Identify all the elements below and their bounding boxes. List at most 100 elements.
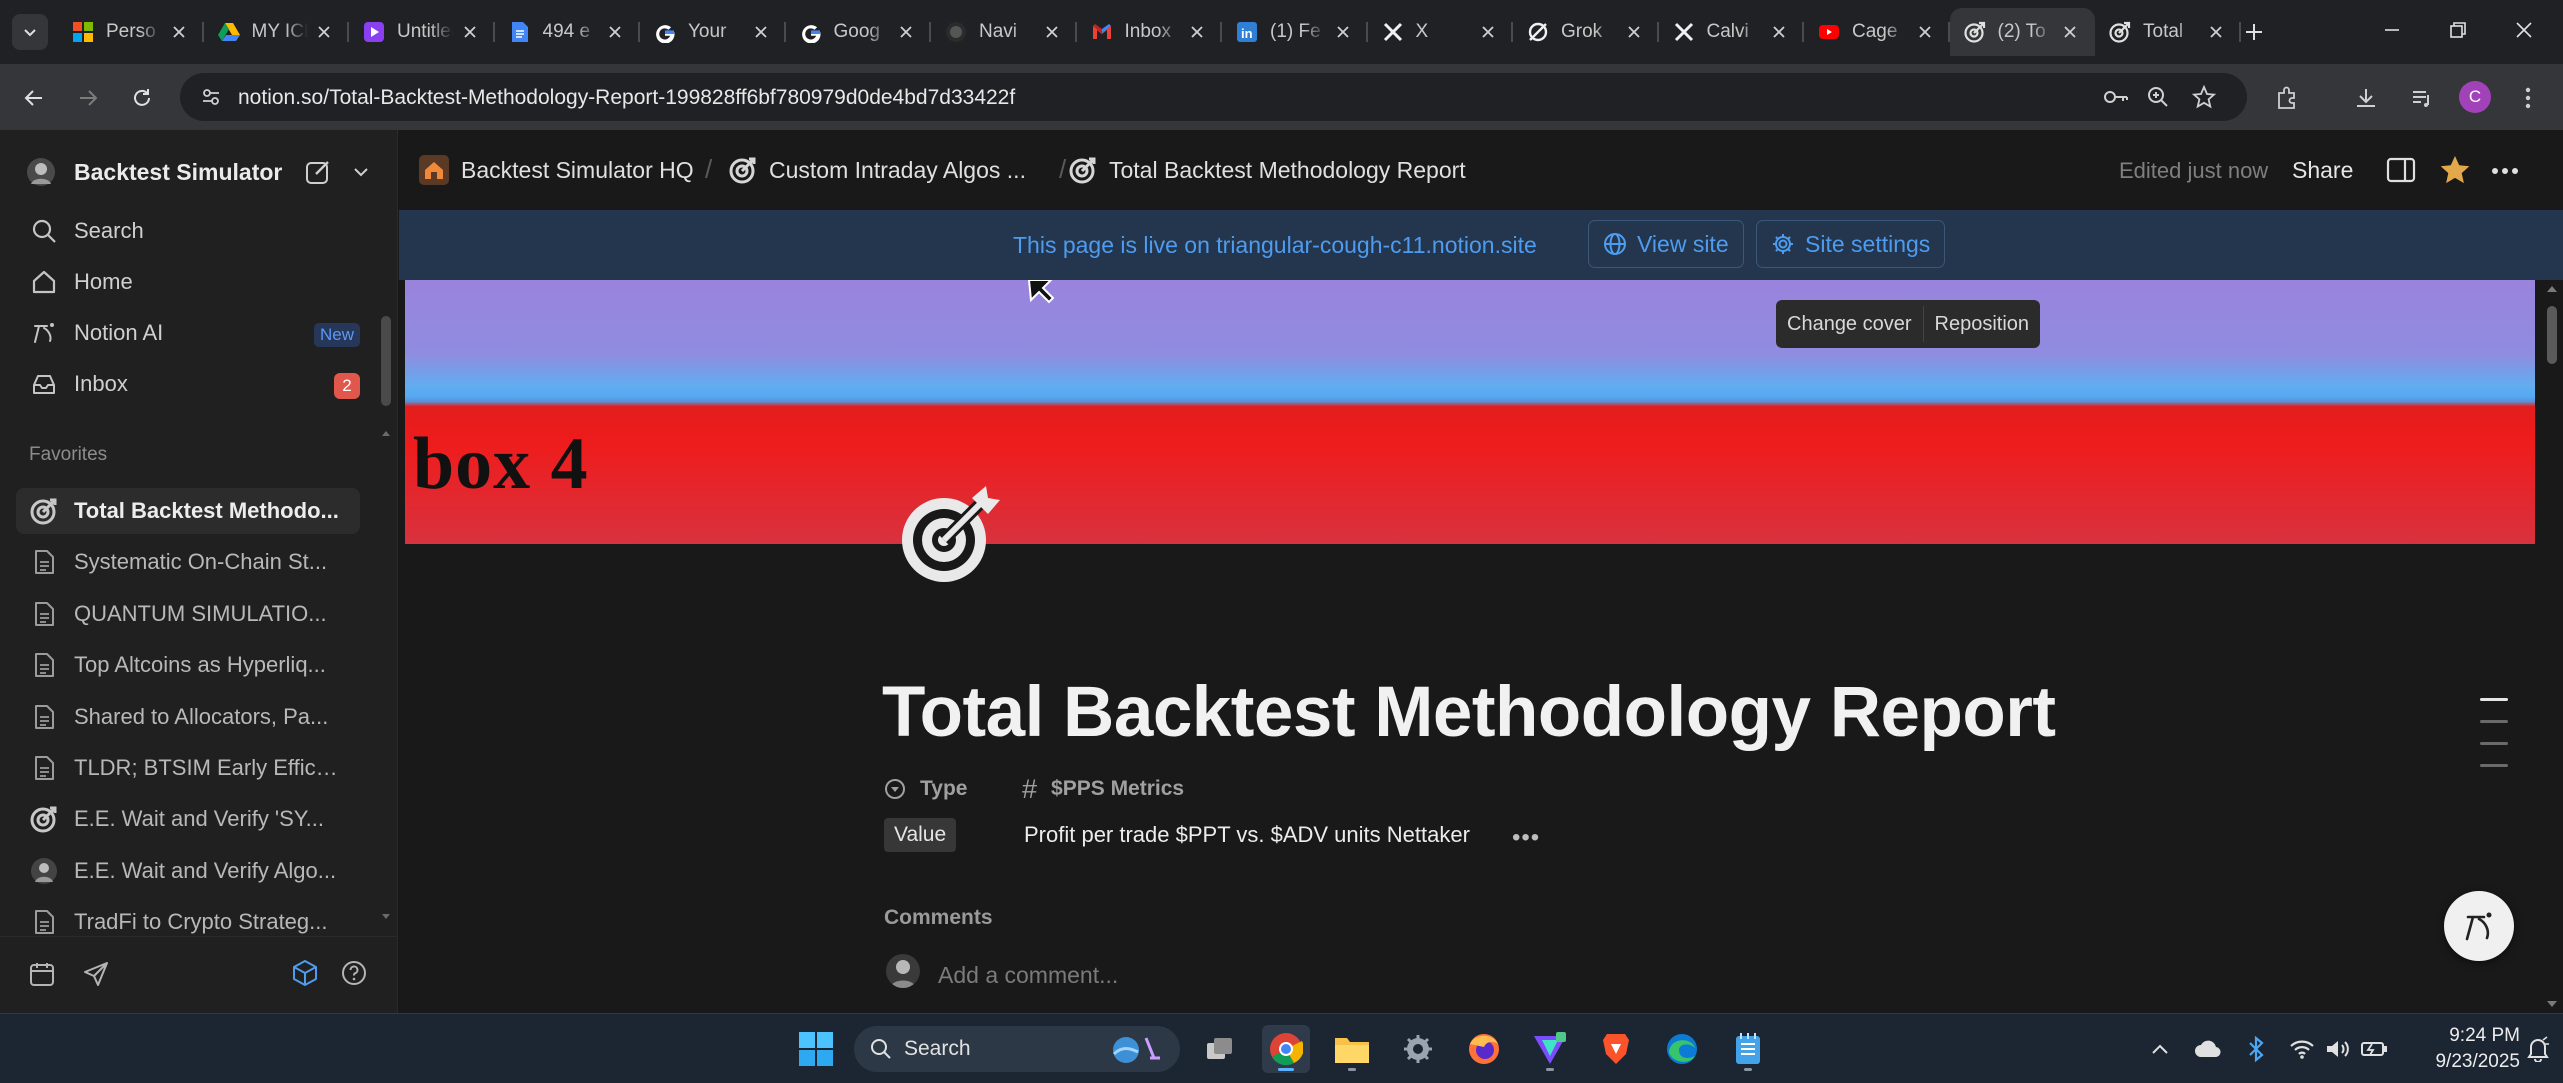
page-target-icon[interactable]: [896, 484, 1000, 588]
taskbar-vpn-app[interactable]: [1526, 1025, 1574, 1073]
battery-icon[interactable]: [2360, 1035, 2388, 1063]
minimize-button[interactable]: [2362, 10, 2422, 50]
toc-line[interactable]: [2480, 698, 2508, 701]
breadcrumb-item[interactable]: Backtest Simulator HQ: [419, 152, 694, 188]
tab-close-icon[interactable]: [604, 21, 626, 43]
reload-button[interactable]: [124, 80, 160, 116]
browser-menu-button[interactable]: [2510, 80, 2546, 116]
browser-tab[interactable]: Grok: [1513, 8, 1659, 56]
tab-close-icon[interactable]: [750, 21, 772, 43]
change-cover-button[interactable]: Change cover: [1776, 300, 1923, 348]
taskbar-file-explorer[interactable]: [1328, 1025, 1376, 1073]
sidebar-scroll-thumb[interactable]: [381, 316, 391, 406]
browser-tab[interactable]: Navi: [931, 8, 1077, 56]
sidebar-favorite-item[interactable]: Total Backtest Methodo...: [16, 488, 360, 534]
clock-time[interactable]: 9:24 PM: [2430, 1025, 2520, 1047]
more-options-icon[interactable]: [2491, 167, 2519, 175]
browser-tab[interactable]: Calvi: [1659, 8, 1805, 56]
sidebar-favorite-item[interactable]: E.E. Wait and Verify 'SY...: [16, 796, 360, 842]
bookmark-star-icon[interactable]: [2192, 85, 2216, 109]
browser-tab[interactable]: Goog: [786, 8, 932, 56]
browser-tab[interactable]: (2) To: [1949, 8, 2095, 56]
browser-tab[interactable]: X: [1368, 8, 1514, 56]
tab-close-icon[interactable]: [1914, 21, 1936, 43]
profile-avatar[interactable]: C: [2459, 81, 2491, 113]
start-button[interactable]: [792, 1025, 840, 1073]
view-site-button[interactable]: View site: [1588, 220, 1744, 268]
sidebar-panel-icon[interactable]: [2386, 156, 2416, 184]
workspace-switcher[interactable]: Backtest Simulator: [26, 152, 386, 192]
property-more-icon[interactable]: •••: [1512, 824, 1540, 852]
taskbar-edge[interactable]: [1658, 1025, 1706, 1073]
notion-ai-button[interactable]: [2444, 891, 2514, 961]
forward-button[interactable]: [70, 80, 106, 116]
tab-close-icon[interactable]: [1623, 21, 1645, 43]
wifi-icon[interactable]: [2288, 1035, 2316, 1063]
metric-value[interactable]: Profit per trade $PPT vs. $ADV units Net…: [1024, 822, 1470, 848]
favorites-heading[interactable]: Favorites: [29, 444, 107, 466]
browser-tab[interactable]: Perso: [58, 8, 204, 56]
new-page-icon[interactable]: [304, 158, 332, 186]
notification-bell-icon[interactable]: [2524, 1035, 2552, 1063]
taskbar-settings[interactable]: [1394, 1025, 1442, 1073]
calendar-icon[interactable]: [28, 960, 56, 988]
sidebar-notion-ai[interactable]: Notion AI New: [16, 310, 378, 356]
sidebar-favorite-item[interactable]: Top Altcoins as Hyperliq...: [16, 642, 360, 688]
chevron-down-icon[interactable]: [352, 163, 370, 181]
breadcrumb-item[interactable]: Custom Intraday Algos ...: [729, 152, 1026, 188]
restore-button[interactable]: [2428, 10, 2488, 50]
new-tab-button[interactable]: [2238, 16, 2270, 48]
main-scrollbar[interactable]: [2541, 280, 2563, 1013]
sidebar-inbox[interactable]: Inbox 2: [16, 361, 378, 407]
page-title[interactable]: Total Backtest Methodology Report: [882, 672, 2056, 753]
taskbar-brave[interactable]: [1592, 1025, 1640, 1073]
browser-tab[interactable]: Inbox: [1077, 8, 1223, 56]
close-window-button[interactable]: [2494, 10, 2554, 50]
onedrive-icon[interactable]: [2194, 1035, 2222, 1063]
media-control-button[interactable]: [2404, 80, 2440, 116]
clock-date[interactable]: 9/23/2025: [2410, 1051, 2520, 1073]
tab-close-icon[interactable]: [1186, 21, 1208, 43]
tab-close-icon[interactable]: [2205, 21, 2227, 43]
taskbar-search[interactable]: Search: [854, 1026, 1180, 1072]
tab-search-button[interactable]: [12, 14, 48, 50]
type-value-chip[interactable]: Value: [884, 818, 957, 852]
tab-close-icon[interactable]: [459, 21, 481, 43]
help-icon[interactable]: [340, 959, 368, 987]
reposition-button[interactable]: Reposition: [1924, 300, 2041, 348]
send-icon[interactable]: [82, 960, 110, 988]
tab-close-icon[interactable]: [1041, 21, 1063, 43]
property-metric[interactable]: # $PPS Metrics: [1022, 772, 1184, 806]
main-scroll-thumb[interactable]: [2547, 306, 2557, 364]
tab-close-icon[interactable]: [1332, 21, 1354, 43]
sidebar-home[interactable]: Home: [16, 259, 378, 305]
back-button[interactable]: [16, 80, 52, 116]
tab-close-icon[interactable]: [895, 21, 917, 43]
browser-tab[interactable]: MY ICE: [204, 8, 350, 56]
downloads-button[interactable]: [2348, 80, 2384, 116]
password-key-icon[interactable]: [2102, 86, 2130, 108]
toc-line[interactable]: [2480, 720, 2508, 723]
tab-close-icon[interactable]: [1768, 21, 1790, 43]
page-cover-image[interactable]: box 4: [405, 280, 2535, 544]
browser-tab[interactable]: Your: [640, 8, 786, 56]
browser-tab[interactable]: Total: [2095, 8, 2241, 56]
bluetooth-icon[interactable]: [2242, 1035, 2270, 1063]
task-view-button[interactable]: [1196, 1025, 1244, 1073]
toc-line[interactable]: [2480, 742, 2508, 745]
property-type[interactable]: Type: [884, 772, 967, 806]
browser-tab[interactable]: Untitled: [349, 8, 495, 56]
sidebar-favorite-item[interactable]: Systematic On-Chain St...: [16, 539, 360, 585]
extensions-button[interactable]: [2270, 80, 2306, 116]
table-of-contents-minimap[interactable]: [2480, 698, 2508, 786]
tab-close-icon[interactable]: [313, 21, 335, 43]
show-hidden-icons[interactable]: [2146, 1035, 2174, 1063]
sidebar-scrollbar[interactable]: [380, 428, 392, 922]
browser-tab[interactable]: in (1) Fe: [1222, 8, 1368, 56]
breadcrumb-item[interactable]: Total Backtest Methodology Report: [1069, 152, 1466, 188]
templates-cube-icon[interactable]: [290, 958, 320, 988]
address-bar[interactable]: notion.so/Total-Backtest-Methodology-Rep…: [180, 73, 2247, 121]
taskbar-firefox[interactable]: [1460, 1025, 1508, 1073]
tab-close-icon[interactable]: [168, 21, 190, 43]
sidebar-favorite-item[interactable]: E.E. Wait and Verify Algo...: [16, 848, 360, 894]
